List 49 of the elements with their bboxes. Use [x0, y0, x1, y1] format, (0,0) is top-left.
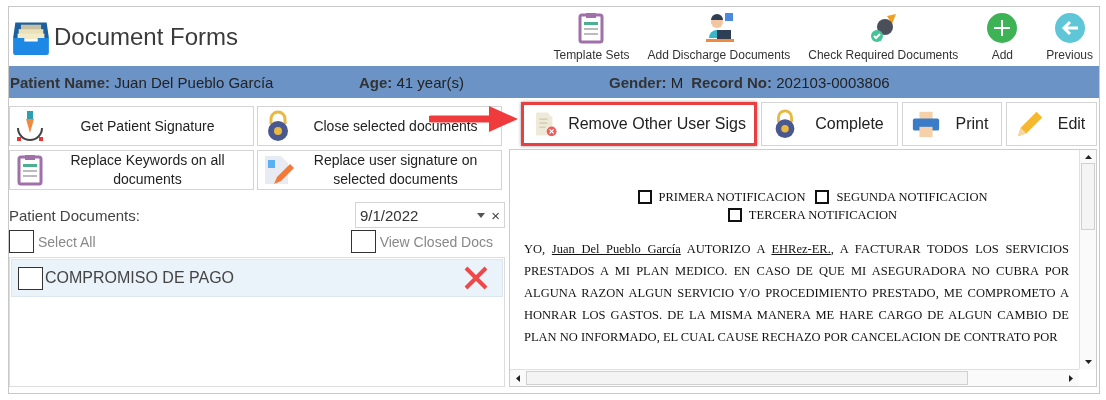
notice-label: SEGUNDA NOTIFICACION	[836, 190, 988, 204]
toolbar-button[interactable]: Add Discharge Documents	[641, 12, 797, 62]
scroll-up-icon[interactable]	[1084, 155, 1092, 159]
document-action-button[interactable]: Print	[902, 102, 1002, 146]
patient-field: Record No: 202103-0003806	[683, 73, 1099, 91]
patient-field: Gender: M	[609, 73, 684, 91]
horizontal-scrollbar[interactable]	[510, 369, 1079, 386]
scroll-left-icon[interactable]	[516, 374, 520, 382]
action-button[interactable]: Close selected documents	[257, 106, 502, 146]
clear-button[interactable]: ×	[491, 206, 500, 224]
caret-icon[interactable]	[477, 212, 486, 218]
notice-label: TERCERA NOTIFICACION	[748, 208, 898, 222]
consent-paragraph: YO, Juan Del Pueblo García AUTORIZO A EHRez-ER., A FACTURAR TODOS LOS SERVICIOS PRESTADOS A MI PLAN MEDICO. EN CASO DE QUE MI ASEGURADORA NO CUBRA POR ALGUNA RAZON ALGUN SERVICIO Y/O PROCEDIMIENTO PRESTADO, ME COMPROMETO A HONRAR LOS GASTOS. DE LA MISMA MANERA ME HARE CARGO DE ALGUN CAMBIO DE PLAN NO INFORMADO, EL CUAL CAUSE RECHAZO POR CANCELACION DE CONTRATO POR	[524, 241, 1069, 346]
patient-field: Patient Name: Juan Del Pueblo García	[9, 73, 359, 91]
scroll-right-icon[interactable]	[1069, 374, 1073, 382]
action-button[interactable]: Replace user signature on selected documents	[257, 150, 502, 190]
action-button[interactable]: Replace Keywords on all documents	[9, 150, 254, 190]
document-row[interactable]: COMPROMISO DE PAGO	[11, 259, 503, 297]
date-field[interactable]: 9/1/2022 ×	[355, 202, 505, 228]
patient-field: Age: 41 year(s)	[359, 73, 609, 91]
document-action-button[interactable]: Edit	[1006, 102, 1097, 146]
section-label: Patient Documents:	[9, 206, 140, 224]
checkbox[interactable]	[9, 230, 34, 253]
toolbar-button[interactable]: Previous	[1040, 12, 1099, 62]
document-action-button[interactable]: Remove Other User Sigs	[521, 102, 757, 146]
checkbox[interactable]	[350, 230, 376, 253]
toolbar-button[interactable]: Add	[970, 12, 1035, 62]
toolbar-button[interactable]: Check Required Documents	[802, 12, 965, 62]
app-title: Document Forms	[54, 22, 239, 51]
checkbox[interactable]	[637, 190, 652, 204]
back-icon	[1053, 12, 1086, 44]
checkbox-label[interactable]: View Closed Docs	[379, 233, 493, 250]
document-name: COMPROMISO DE PAGO	[45, 269, 236, 287]
document-pencil-icon	[262, 154, 294, 186]
pencil-icon	[1015, 109, 1045, 139]
checkbox[interactable]	[815, 190, 830, 204]
scroll-down-icon[interactable]	[1084, 360, 1092, 364]
add-icon	[986, 12, 1019, 44]
notice-label: PRIMERA NOTIFICACION	[658, 190, 806, 204]
checkbox[interactable]	[18, 266, 43, 290]
document-action-button[interactable]: Complete	[761, 102, 898, 146]
checkbox[interactable]	[727, 208, 742, 222]
delete-icon[interactable]	[464, 266, 488, 290]
pen-nib-icon	[14, 110, 46, 142]
vertical-scrollbar[interactable]	[1079, 150, 1096, 369]
action-button[interactable]: Get Patient Signature	[9, 106, 254, 146]
printer-icon	[911, 109, 941, 139]
toolbar-button[interactable]: Template Sets	[547, 12, 636, 62]
checkbox-label[interactable]: Select All	[38, 233, 96, 250]
